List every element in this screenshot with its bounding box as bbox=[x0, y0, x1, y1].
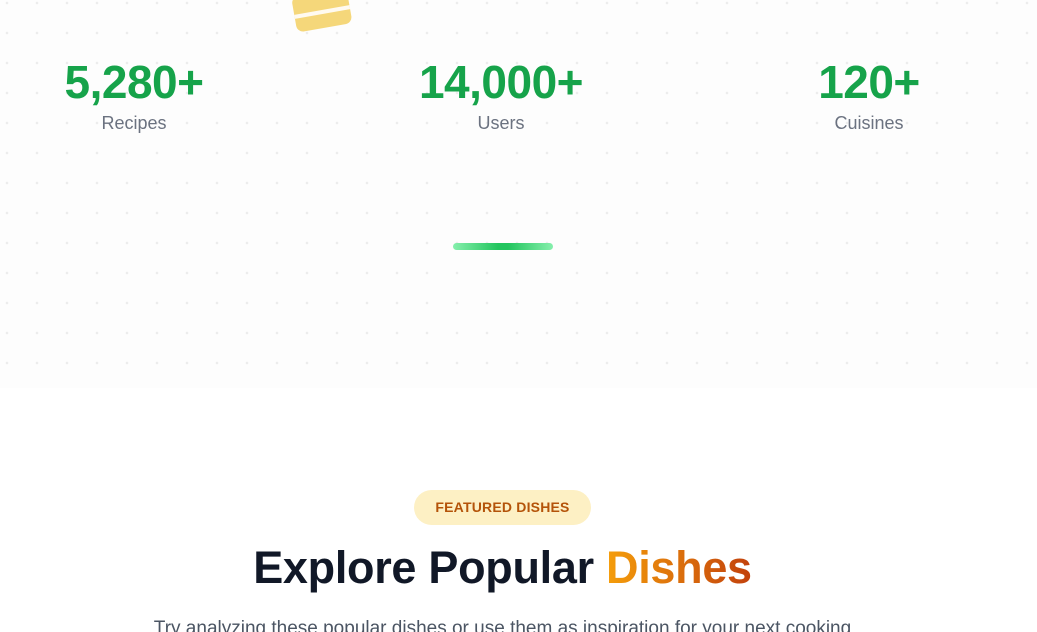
stat-label: Users bbox=[477, 113, 525, 133]
stat-users: 14,000+ Users bbox=[401, 56, 601, 135]
section-divider-bar bbox=[453, 243, 553, 250]
stat-cuisines: 120+ Cuisines bbox=[769, 56, 969, 135]
page: 5,280+ Recipes 14,000+ Users 120+ Cuisin… bbox=[0, 0, 1037, 632]
stat-label: Recipes bbox=[101, 113, 167, 133]
stat-value: 120+ bbox=[818, 56, 920, 108]
section-description: Try analyzing these popular dishes or us… bbox=[153, 618, 852, 632]
stat-label: Cuisines bbox=[834, 113, 904, 133]
cheese-icon bbox=[292, 0, 352, 32]
stat-value: 5,280+ bbox=[64, 56, 204, 108]
stat-value: 14,000+ bbox=[418, 56, 584, 108]
featured-dishes-section: FEATURED DISHES Explore Popular Dishes T… bbox=[0, 388, 1037, 632]
heading-accent: Dishes bbox=[606, 542, 752, 593]
featured-badge: FEATURED DISHES bbox=[414, 490, 591, 525]
section-heading: Explore Popular Dishes bbox=[0, 538, 1005, 598]
heading-main: Explore Popular bbox=[253, 542, 606, 593]
stat-recipes: 5,280+ Recipes bbox=[34, 56, 234, 135]
stats-section: 5,280+ Recipes 14,000+ Users 120+ Cuisin… bbox=[0, 0, 1037, 388]
